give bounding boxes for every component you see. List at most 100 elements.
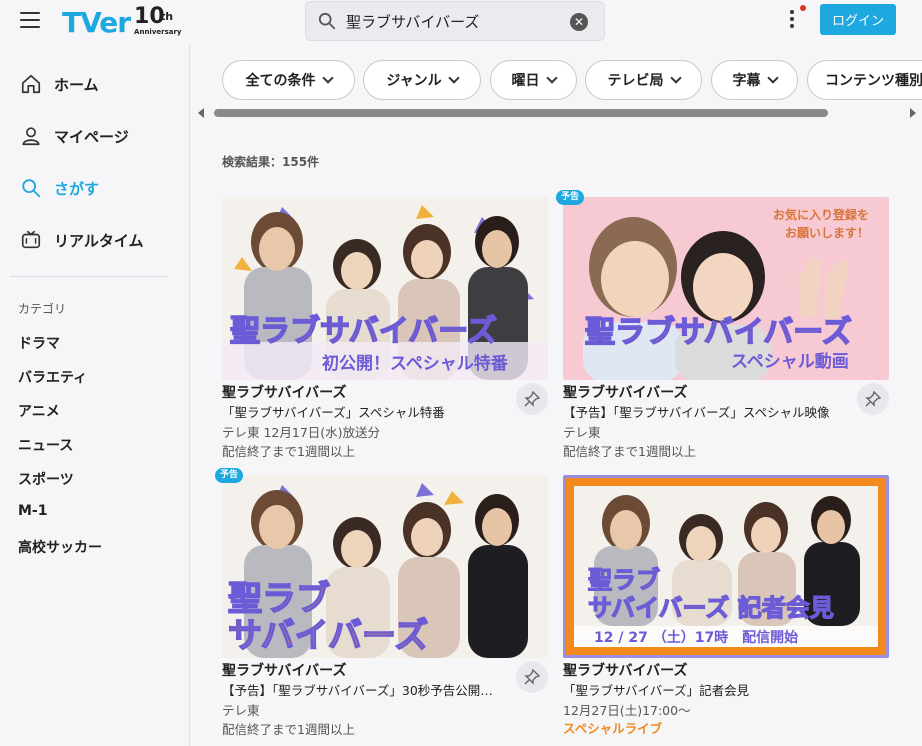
thumbnail-image: 聖ラブサバイバーズ 初公開！スペシャル特番 [222,197,548,380]
filter-label: 全ての条件 [245,73,316,89]
thumbnail-caption: スペシャル動画 [731,351,849,372]
result-card[interactable]: 予告 お気に入り登録を お願いします！ 聖ラブサバイバーズ スペシャル動画 聖ラ… [556,190,889,459]
sidebar: ホーム マイページ さがす リアルタイム カテゴリ ドラマ バラエティ アニメ … [0,44,190,746]
sidebar-item-search[interactable]: さがす [0,170,189,206]
thumbnail-image: お気に入り登録を お願いします！ 聖ラブサバイバーズ スペシャル動画 [563,197,889,380]
filter-bar: 全ての条件 ジャンル 曜日 テレビ局 字幕 コンテンツ種別 [222,60,922,100]
card-subtitle: 「聖ラブサバイバーズ」スペシャル特番 [222,405,445,420]
chevron-down-icon [321,71,334,84]
filter-subtitles[interactable]: 字幕 [711,60,798,100]
card-meta: 12月27日(土)17:00〜 [563,703,691,718]
filter-label: 曜日 [511,73,540,89]
thumbnail-logo: 聖ラブ [588,566,660,594]
user-icon [22,127,40,146]
card-meta: テレ東 12月17日(水)放送分 [222,425,381,440]
card-subtitle: 【予告】「聖ラブサバイバーズ」30秒予告公開… [222,683,493,698]
chevron-down-icon [669,71,682,84]
pin-button[interactable] [516,661,548,693]
card-availability: 配信終了まで1週間以上 [222,444,355,459]
scroll-left-icon[interactable] [198,108,204,118]
anniversary-suffix: th [160,10,174,23]
filter-label: 字幕 [732,73,761,89]
result-count: 検索結果：155件 [222,155,320,169]
sidebar-divider [10,276,168,277]
filter-tv-station[interactable]: テレビ局 [585,60,702,100]
search-input[interactable] [346,9,566,33]
chevron-down-icon [545,71,558,84]
pin-icon [524,391,540,407]
sidebar-item-label: リアルタイム [54,231,144,250]
card-availability: 配信終了まで1週間以上 [563,444,696,459]
preview-badge: 予告 [215,468,244,483]
login-button[interactable]: ログイン [820,4,896,35]
filter-genre[interactable]: ジャンル [363,60,481,100]
filter-all-conditions[interactable]: 全ての条件 [222,60,355,100]
anniversary-mark: 10 th Anniversary [134,4,182,40]
pin-icon [524,669,540,685]
clear-search-icon[interactable]: ✕ [570,13,588,31]
result-card[interactable]: 予告 聖ラブ サバイバーズ 聖ラブサバイバーズ 【予告】「聖ラブサバイバーズ」3… [215,468,548,737]
filter-scrollbar[interactable] [198,108,920,118]
card-availability: 配信終了まで1週間以上 [222,722,355,737]
card-title[interactable]: 聖ラブサバイバーズ [222,382,346,402]
preview-badge: 予告 [556,190,585,205]
notification-dot [800,5,806,11]
card-title[interactable]: 聖ラブサバイバーズ [222,660,346,680]
filter-weekday[interactable]: 曜日 [490,60,577,100]
thumbnail[interactable]: 聖ラブサバイバーズ 初公開！スペシャル特番 [222,197,548,380]
pin-button[interactable] [516,383,548,415]
category-m1[interactable]: M-1 [18,503,47,519]
scroll-right-icon[interactable] [910,108,916,118]
thumbnail-image: 聖ラブ サバイバーズ [222,475,548,658]
filter-label: ジャンル [386,73,442,89]
anniversary-word: Anniversary [134,28,182,36]
category-variety[interactable]: バラエティ [18,367,87,387]
card-live-label: スペシャルライブ [563,721,663,736]
card-title[interactable]: 聖ラブサバイバーズ [563,660,687,680]
card-subtitle: 「聖ラブサバイバーズ」記者会見 [563,683,750,698]
thumbnail[interactable]: 聖ラブ サバイバーズ 記者会見 12 / 27 （土）17時 配信開始 [563,475,889,658]
result-card[interactable]: 聖ラブサバイバーズ 初公開！スペシャル特番 聖ラブサバイバーズ 「聖ラブサバイバ… [222,197,548,459]
sidebar-item-home[interactable]: ホーム [0,66,189,102]
thumbnail-logo: 聖ラブサバイバーズ [585,315,852,350]
card-meta: テレ東 [222,703,260,718]
category-news[interactable]: ニュース [18,435,73,455]
menu-icon[interactable] [20,12,40,28]
search-icon [318,12,336,30]
filter-label: コンテンツ種別 [825,73,922,89]
sidebar-item-label: さがす [54,179,100,198]
chevron-down-icon [447,71,460,84]
category-anime[interactable]: アニメ [18,401,60,421]
category-drama[interactable]: ドラマ [18,333,60,353]
pin-icon [865,391,881,407]
thumbnail-logo: サバイバーズ 記者会見 [588,594,834,622]
more-options-icon[interactable] [786,5,806,34]
thumbnail-logo: 聖ラブ [228,579,330,619]
thumbnail[interactable]: お気に入り登録を お願いします！ 聖ラブサバイバーズ スペシャル動画 [563,197,889,380]
scrollbar-thumb[interactable] [214,109,828,117]
category-high-school-soccer[interactable]: 高校サッカー [18,537,102,557]
card-subtitle: 【予告】「聖ラブサバイバーズ」スペシャル映像 [563,405,830,420]
tv-icon [21,230,41,249]
filter-content-type[interactable]: コンテンツ種別 [807,60,922,100]
thumbnail-logo: 聖ラブサバイバーズ [230,314,497,349]
sidebar-item-label: マイページ [54,127,129,146]
result-card[interactable]: 聖ラブ サバイバーズ 記者会見 12 / 27 （土）17時 配信開始 聖ラブサ… [563,475,889,737]
home-icon [21,74,41,94]
thumbnail-note: お願いします！ [785,226,869,240]
tver-logo[interactable]: TVer 10 th Anniversary [62,4,182,40]
thumbnail-caption: 初公開！スペシャル特番 [322,353,509,374]
thumbnail-image: 聖ラブ サバイバーズ 記者会見 12 / 27 （土）17時 配信開始 [566,478,886,655]
thumbnail-logo: サバイバーズ [228,616,428,656]
thumbnail-caption: 12 / 27 （土）17時 配信開始 [594,629,798,646]
thumbnail[interactable]: 聖ラブ サバイバーズ [222,475,548,658]
sidebar-item-mypage[interactable]: マイページ [0,118,189,154]
sidebar-item-label: ホーム [54,75,99,94]
category-sports[interactable]: スポーツ [18,469,74,489]
card-title[interactable]: 聖ラブサバイバーズ [563,382,687,402]
thumbnail-note: お気に入り登録を [773,207,869,222]
card-meta: テレ東 [563,425,601,440]
pin-button[interactable] [857,383,889,415]
sidebar-item-realtime[interactable]: リアルタイム [0,222,189,258]
search-box: ✕ [305,1,605,41]
